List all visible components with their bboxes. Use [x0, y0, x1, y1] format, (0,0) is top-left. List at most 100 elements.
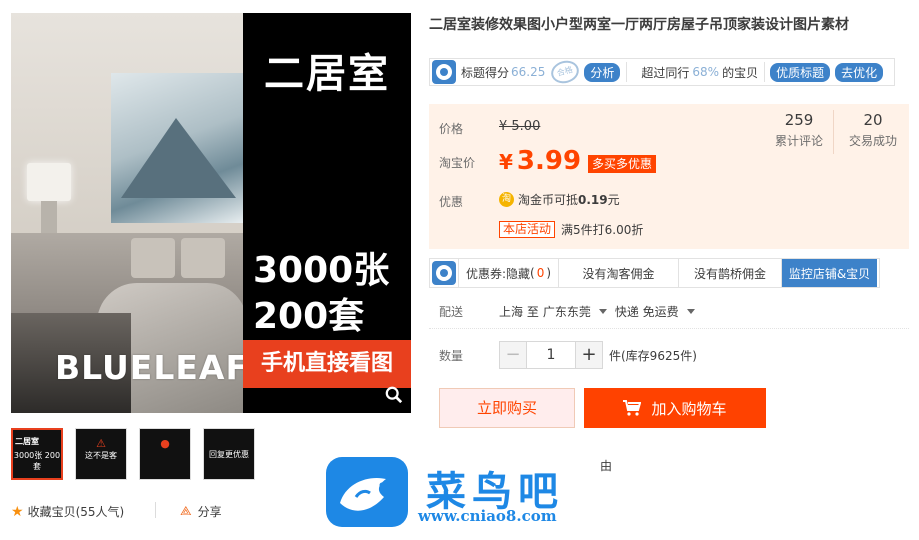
bird-icon: [340, 478, 386, 511]
reviews-count: 259: [784, 111, 814, 129]
coupon-count: 0: [536, 266, 545, 280]
count-number: 3000: [253, 250, 354, 291]
banner-title: 二居室: [264, 51, 390, 97]
coin-text: 淘金币可抵: [518, 193, 579, 207]
quantity-row: 数量 − 1 + 件(库存9625件): [439, 341, 697, 369]
quantity-input[interactable]: 1: [526, 342, 576, 368]
delivery-from: 上海 至: [499, 305, 539, 319]
buy-now-button[interactable]: 立即购买: [439, 388, 575, 428]
share-button[interactable]: ⟁ 分享: [180, 503, 222, 520]
tab-coupon[interactable]: 优惠券:隐藏(0): [458, 259, 558, 287]
trades-stat[interactable]: 20 交易成功: [849, 111, 897, 149]
watermark-logo: 菜鸟吧 www.cniao8.com: [322, 455, 604, 527]
divider: [833, 110, 834, 154]
score-value: 66.25: [511, 65, 546, 79]
promo-tag: 多买多优惠: [588, 155, 657, 173]
cart-icon: [623, 400, 642, 416]
thumbnail[interactable]: ⚠ 这不是客: [75, 428, 127, 480]
thumbnail[interactable]: ●: [139, 428, 191, 480]
banner-cta: 手机直接看图: [243, 340, 411, 388]
divider: [764, 62, 766, 82]
product-page: BLUELEAF 二居室 3000张 200套 手机直接看图 二居室 3000张…: [0, 0, 919, 540]
delivery-method[interactable]: 快递 免运费: [615, 303, 679, 320]
taobao-coin-icon: 淘: [499, 192, 514, 207]
share-label: 分享: [197, 505, 222, 519]
quantity-label: 数量: [439, 348, 464, 363]
painting-mountain: [121, 118, 236, 198]
tab-queqiao[interactable]: 没有鹊桥佣金: [678, 259, 781, 287]
current-price: ¥3.99: [499, 146, 581, 176]
divider: [155, 502, 156, 518]
trades-label: 交易成功: [849, 134, 898, 148]
favorite-count: (55人气): [75, 505, 125, 519]
product-title: 二居室装修效果图小户型两室一厅两厅房屋子吊顶家装设计图片素材: [429, 17, 849, 33]
decrement-button[interactable]: −: [500, 342, 526, 368]
tab-monitor[interactable]: 监控店铺&宝贝: [781, 259, 877, 287]
analyze-button[interactable]: 分析: [584, 62, 621, 82]
price-panel: 价格 ¥ 5.00 淘宝价 ¥3.99 多买多优惠 259 累计评论 20 交易…: [429, 104, 909, 249]
chevron-down-icon[interactable]: [598, 309, 607, 314]
favorite-button[interactable]: ★ 收藏宝贝 (55人气): [11, 503, 124, 520]
exceed-suffix: 的宝贝: [722, 65, 759, 80]
magnifier-icon: [385, 386, 403, 404]
taobao-price-label: 淘宝价: [439, 156, 476, 170]
chevron-down-icon[interactable]: [686, 309, 695, 314]
shop-activity: 本店活动 满5件打6.00折: [499, 221, 643, 238]
score-label: 标题得分: [461, 65, 510, 80]
qualified-seal: 合格: [549, 57, 582, 87]
thumbnail[interactable]: 回复更优惠: [203, 428, 255, 480]
coin-discount: 淘 淘金币可抵 0.19 元: [499, 191, 620, 208]
eye-icon: [432, 261, 456, 285]
quantity-stepper: − 1 +: [499, 341, 603, 369]
discount-label: 优惠: [439, 195, 464, 209]
add-to-cart-button[interactable]: 加入购物车: [584, 388, 766, 428]
main-product-image[interactable]: BLUELEAF 二居室 3000张 200套 手机直接看图: [11, 13, 411, 413]
eye-icon: [432, 60, 456, 84]
lamp-base: [41, 201, 57, 237]
thumbnail-text: 二居室: [15, 437, 39, 446]
thumbnail[interactable]: 二居室 3000张 200套: [11, 428, 63, 480]
title-score-bar: 标题得分 66.25 合格 分析 超过同行 68% 的宝贝 优质标题 去优化: [429, 57, 895, 87]
currency-symbol: ¥: [499, 150, 513, 174]
quality-title-button[interactable]: 优质标题: [770, 62, 831, 82]
stock-info: 件(库存9625件): [609, 348, 697, 363]
cushion: [131, 238, 175, 278]
price-value: 3.99: [516, 146, 582, 176]
room-photo: BLUELEAF: [11, 13, 243, 413]
delivery-destination[interactable]: 广东东莞: [543, 303, 591, 320]
thumbnail-text: 回复更优惠: [209, 450, 249, 459]
tab-taoke[interactable]: 没有淘客佣金: [558, 259, 678, 287]
original-price: ¥ 5.00: [499, 119, 541, 134]
coupon-label: 优惠券:隐藏: [465, 266, 531, 281]
optimize-button[interactable]: 去优化: [835, 62, 884, 82]
share-icon: ⟁: [180, 504, 192, 519]
promo-banner: 二居室 3000张 200套 手机直接看图: [243, 13, 411, 413]
price-label: 价格: [439, 122, 464, 136]
favorite-label: 收藏宝贝: [27, 505, 76, 519]
activity-text: 满5件打6.00折: [561, 223, 644, 237]
dot-icon: ●: [160, 437, 170, 450]
activity-tag[interactable]: 本店活动: [499, 221, 556, 238]
coin-amount: 0.19: [578, 192, 608, 207]
cushion: [181, 238, 225, 278]
count-unit: 套: [328, 296, 365, 337]
banner-count-sets: 200套: [253, 287, 364, 339]
increment-button[interactable]: +: [576, 342, 602, 368]
brand-text: BLUELEAF: [55, 348, 243, 387]
trades-count: 20: [863, 111, 883, 129]
thumbnail-text: 3000张 200套: [13, 451, 61, 471]
warning-icon: ⚠: [96, 437, 106, 450]
plugin-tab-bar: 优惠券:隐藏(0) 没有淘客佣金 没有鹊桥佣金 监控店铺&宝贝: [429, 258, 880, 288]
lamp-shade: [27, 163, 71, 201]
zoom-icon[interactable]: [383, 386, 405, 408]
watermark-url: www.cniao8.com: [418, 507, 557, 525]
exceed-label: 超过同行: [641, 65, 690, 80]
count-unit: 张: [353, 250, 390, 291]
reviews-stat[interactable]: 259 累计评论: [775, 111, 823, 149]
divider: [429, 328, 909, 329]
add-to-cart-label: 加入购物车: [651, 399, 727, 418]
count-number: 200: [253, 296, 329, 337]
star-icon: ★: [11, 503, 24, 520]
delivery-row: 配送 上海 至 广东东莞 快递 免运费: [439, 303, 909, 320]
reviews-label: 累计评论: [775, 134, 824, 148]
